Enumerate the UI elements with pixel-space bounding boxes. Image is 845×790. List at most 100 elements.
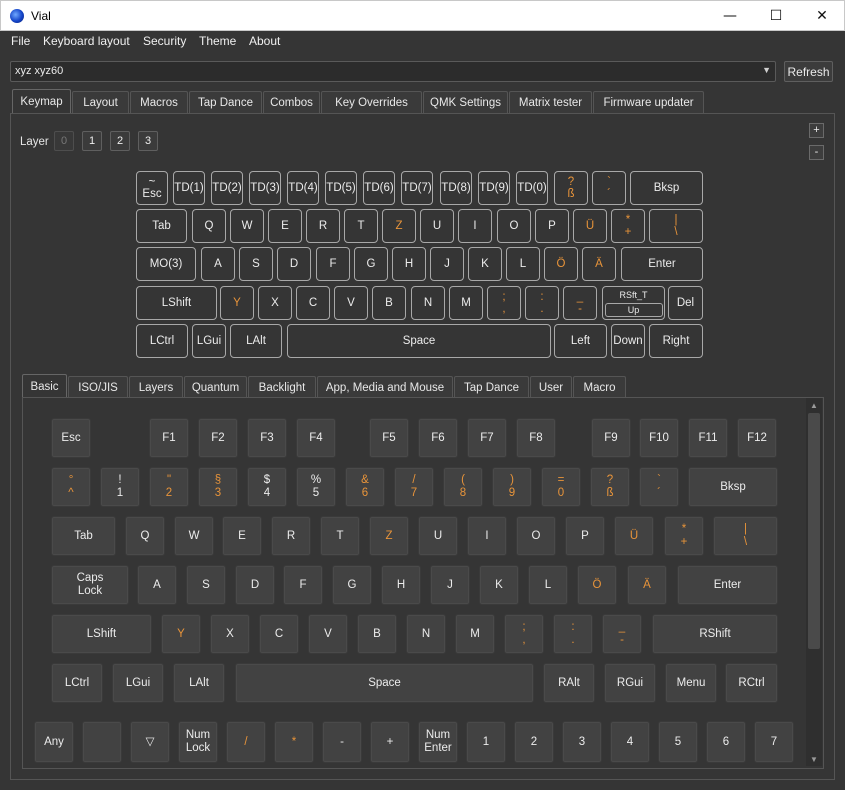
keycode-s[interactable]: S: [186, 565, 226, 605]
keycode-tab-basic[interactable]: Basic: [22, 374, 67, 399]
keycode-y[interactable]: Y: [161, 614, 201, 654]
keycode-sym[interactable]: | \: [713, 516, 778, 556]
menu-keyboard-layout[interactable]: Keyboard layout: [43, 34, 130, 48]
menu-security[interactable]: Security: [143, 34, 186, 48]
tab-combos[interactable]: Combos: [263, 91, 320, 113]
keycode-n[interactable]: N: [406, 614, 446, 654]
device-select[interactable]: xyz xyz60 ▼: [10, 61, 776, 82]
keycode-j[interactable]: J: [430, 565, 470, 605]
keycode-sym[interactable]: ? ß: [590, 467, 630, 507]
keymap-key-g[interactable]: G: [354, 247, 388, 281]
keymap-key-o[interactable]: O: [497, 209, 531, 243]
keycode-f8[interactable]: F8: [516, 418, 556, 458]
keycode-f10[interactable]: F10: [639, 418, 679, 458]
keycode-f5[interactable]: F5: [369, 418, 409, 458]
keycode-f6[interactable]: F6: [418, 418, 458, 458]
keycode-sym[interactable]: ` ´: [639, 467, 679, 507]
keycode-2[interactable]: " 2: [149, 467, 189, 507]
keymap-key-td-9[interactable]: TD(9): [478, 171, 510, 205]
keycode-q[interactable]: Q: [125, 516, 165, 556]
keycode-3[interactable]: 3: [562, 721, 602, 763]
keymap-key-s[interactable]: S: [239, 247, 273, 281]
keycode-a[interactable]: A: [137, 565, 177, 605]
keycode-enter[interactable]: Enter: [677, 565, 778, 605]
zoom-out-button[interactable]: -: [809, 145, 824, 160]
keycode-g[interactable]: G: [332, 565, 372, 605]
keymap-key-v[interactable]: V: [334, 286, 368, 320]
keymap-key-td-6[interactable]: TD(6): [363, 171, 395, 205]
keymap-key-n[interactable]: N: [411, 286, 445, 320]
tab-firmware-updater[interactable]: Firmware updater: [593, 91, 704, 113]
tab-matrix-tester[interactable]: Matrix tester: [509, 91, 592, 113]
menu-file[interactable]: File: [11, 34, 30, 48]
keycode-lalt[interactable]: LAlt: [173, 663, 225, 703]
keycode-tab-tap-dance[interactable]: Tap Dance: [454, 376, 529, 398]
keycode-w[interactable]: W: [174, 516, 214, 556]
keycode-1[interactable]: 1: [466, 721, 506, 763]
keymap-key-h[interactable]: H: [392, 247, 426, 281]
menu-about[interactable]: About: [249, 34, 280, 48]
keycode-sym[interactable]: Ä: [627, 565, 667, 605]
keymap-key-x[interactable]: X: [258, 286, 292, 320]
tab-keymap[interactable]: Keymap: [12, 89, 71, 114]
keymap-key-j[interactable]: J: [430, 247, 464, 281]
tab-key-overrides[interactable]: Key Overrides: [321, 91, 422, 113]
keycode-tab-backlight[interactable]: Backlight: [248, 376, 316, 398]
layer-button-2[interactable]: 2: [110, 131, 130, 151]
keymap-key-r[interactable]: R: [306, 209, 340, 243]
keycode-menu[interactable]: Menu: [665, 663, 717, 703]
keymap-key-sym[interactable]: * +: [611, 209, 645, 243]
maximize-button[interactable]: ☐: [753, 1, 799, 31]
keycode-sym[interactable]: Ö: [577, 565, 617, 605]
keycode-v[interactable]: V: [308, 614, 348, 654]
scroll-down-icon[interactable]: ▼: [806, 752, 822, 766]
keycode-f11[interactable]: F11: [688, 418, 728, 458]
close-button[interactable]: ✕: [799, 1, 845, 31]
keycode-lctrl[interactable]: LCtrl: [51, 663, 103, 703]
keycode-x[interactable]: X: [210, 614, 250, 654]
layer-button-0[interactable]: 0: [54, 131, 74, 151]
keymap-key-sym[interactable]: ` ´: [592, 171, 626, 205]
keymap-key-td-4[interactable]: TD(4): [287, 171, 319, 205]
keymap-key-td-0[interactable]: TD(0): [516, 171, 548, 205]
keymap-key-left[interactable]: Left: [554, 324, 607, 358]
keymap-key-tab[interactable]: Tab: [136, 209, 187, 243]
keycode-sym[interactable]: Ü: [614, 516, 654, 556]
keymap-key-right[interactable]: Right: [649, 324, 703, 358]
keycode-num-lock[interactable]: Num Lock: [178, 721, 218, 763]
keymap-key-down[interactable]: Down: [611, 324, 645, 358]
keycode-sym-icon[interactable]: ▽: [130, 721, 170, 763]
keycode-l[interactable]: L: [528, 565, 568, 605]
keymap-key-rsft-t-up[interactable]: RSft_T Up: [602, 286, 665, 320]
keymap-key-u[interactable]: U: [420, 209, 454, 243]
keycode-f7[interactable]: F7: [467, 418, 507, 458]
keycode-sym[interactable]: _ -: [602, 614, 642, 654]
keymap-key-c[interactable]: C: [296, 286, 330, 320]
keycode-k[interactable]: K: [479, 565, 519, 605]
keycode-9[interactable]: ) 9: [492, 467, 532, 507]
keymap-key-del[interactable]: Del: [668, 286, 703, 320]
keymap-key-enter[interactable]: Enter: [621, 247, 703, 281]
keycode-c[interactable]: C: [259, 614, 299, 654]
keycode-space[interactable]: Space: [235, 663, 534, 703]
keycode-sym[interactable]: *: [274, 721, 314, 763]
keymap-key-p[interactable]: P: [535, 209, 569, 243]
keycode-0[interactable]: = 0: [541, 467, 581, 507]
keycode-4[interactable]: $4: [247, 467, 287, 507]
keycode-sym[interactable]: * +: [664, 516, 704, 556]
keycode-u[interactable]: U: [418, 516, 458, 556]
tab-macros[interactable]: Macros: [130, 91, 188, 113]
keycode-4[interactable]: 4: [610, 721, 650, 763]
keymap-key-sym[interactable]: Ä: [582, 247, 616, 281]
keycode-6[interactable]: & 6: [345, 467, 385, 507]
keymap-key-lctrl[interactable]: LCtrl: [136, 324, 188, 358]
keycode-7[interactable]: 7: [754, 721, 794, 763]
keycode-sym[interactable]: ° ^: [51, 467, 91, 507]
keymap-key-l[interactable]: L: [506, 247, 540, 281]
keymap-key-f[interactable]: F: [316, 247, 350, 281]
keycode-tab-app-media-and-mouse[interactable]: App, Media and Mouse: [317, 376, 453, 398]
keycode-r[interactable]: R: [271, 516, 311, 556]
tab-layout[interactable]: Layout: [72, 91, 129, 113]
keymap-key-sym[interactable]: Ö: [544, 247, 578, 281]
keymap-key-td-5[interactable]: TD(5): [325, 171, 357, 205]
